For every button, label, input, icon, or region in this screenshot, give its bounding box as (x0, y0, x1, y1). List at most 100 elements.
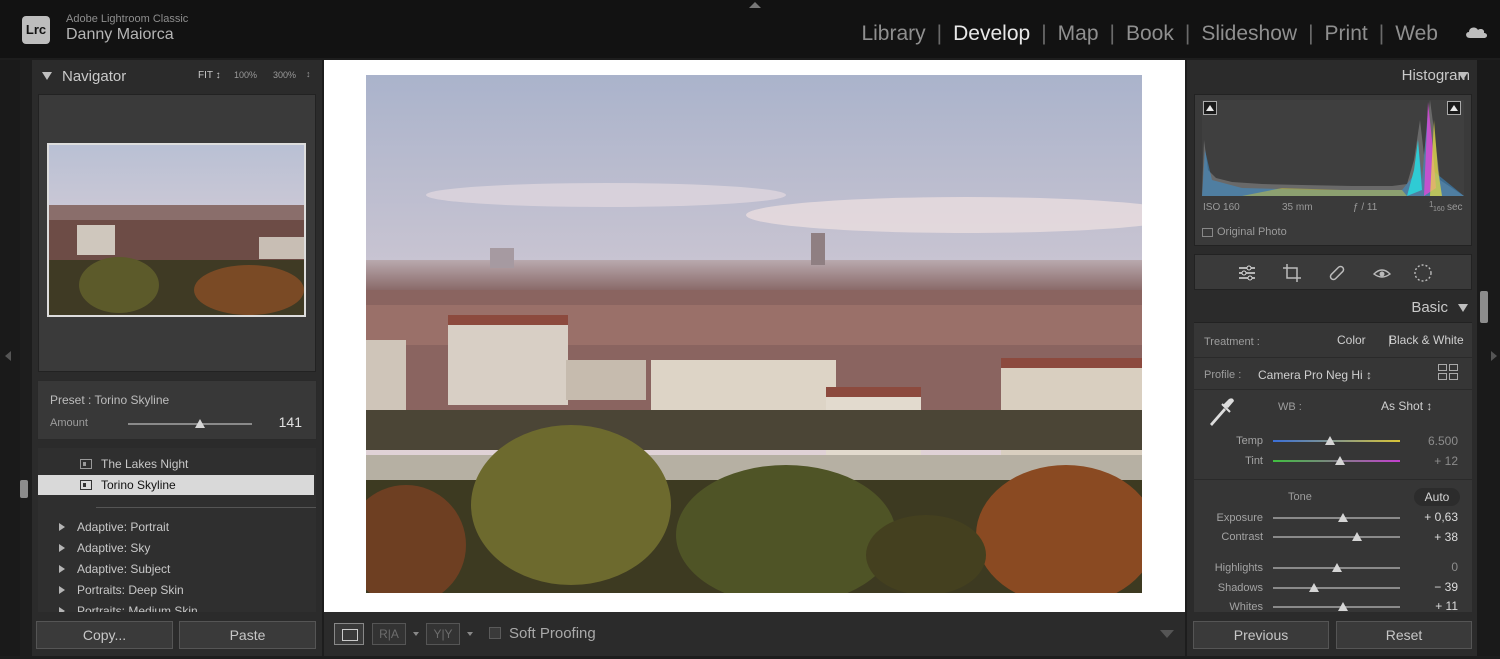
exif-aperture: ƒ / 11 (1353, 202, 1377, 213)
treatment-black-white[interactable]: Black & White (1389, 333, 1464, 347)
right-scrollbar[interactable] (1480, 291, 1488, 323)
histogram-graph[interactable] (1202, 100, 1464, 196)
crop-icon[interactable] (1282, 263, 1302, 283)
preset-item[interactable]: The Lakes Night (38, 454, 314, 474)
toolbar-menu-icon[interactable] (1160, 630, 1174, 638)
exposure-value[interactable]: + 0,63 (1424, 510, 1458, 524)
left-scrollbar[interactable] (20, 480, 28, 498)
left-panel-toggle-icon[interactable] (5, 351, 11, 361)
module-separator: | (1308, 22, 1313, 46)
original-photo-icon[interactable] (1202, 228, 1213, 237)
contrast-slider-thumb[interactable] (1352, 532, 1362, 541)
preset-group[interactable]: Portraits: Medium Skin (38, 601, 314, 612)
amount-slider-thumb[interactable] (195, 419, 205, 428)
wb-dropdown[interactable]: As Shot ↕ (1381, 399, 1432, 413)
paste-button[interactable]: Paste (179, 621, 316, 649)
highlights-value[interactable]: 0 (1451, 560, 1458, 574)
reset-button[interactable]: Reset (1336, 621, 1472, 649)
zoom-100[interactable]: 100% (234, 70, 257, 80)
preset-group[interactable]: Portraits: Deep Skin (38, 580, 314, 600)
shadows-slider[interactable] (1273, 587, 1400, 589)
expand-arrow-icon[interactable] (59, 544, 65, 552)
yy-compare-button[interactable]: Y|Y (426, 623, 460, 645)
soft-proofing-checkbox[interactable] (489, 627, 501, 639)
navigator-header[interactable]: Navigator FIT ↕ 100% 300% ↕ (38, 64, 318, 94)
basic-title[interactable]: Basic (1411, 299, 1448, 316)
tint-value[interactable]: + 12 (1434, 454, 1458, 468)
expand-arrow-icon[interactable] (59, 523, 65, 531)
loupe-view-button[interactable] (334, 623, 364, 645)
zoom-fit[interactable]: FIT ↕ (198, 70, 221, 81)
exposure-slider[interactable] (1273, 517, 1400, 519)
expand-arrow-icon[interactable] (59, 607, 65, 612)
whites-value[interactable]: + 11 (1435, 599, 1458, 613)
soft-proofing-label[interactable]: Soft Proofing (509, 625, 596, 642)
preset-group[interactable]: Adaptive: Sky (38, 538, 314, 558)
before-after-button[interactable]: R|A (372, 623, 406, 645)
contrast-label: Contrast (1195, 531, 1263, 543)
original-photo-label[interactable]: Original Photo (1217, 226, 1287, 238)
user-name[interactable]: Danny Maiorca (66, 26, 174, 44)
top-panel-toggle-icon[interactable] (749, 2, 761, 8)
preset-group-label: Adaptive: Sky (77, 541, 150, 555)
module-book[interactable]: Book (1126, 22, 1174, 46)
preset-label: Torino Skyline (101, 478, 176, 492)
zoom-more-menu[interactable]: ↕ (306, 69, 311, 79)
healing-icon[interactable] (1327, 263, 1347, 283)
module-map[interactable]: Map (1058, 22, 1099, 46)
expand-arrow-icon[interactable] (59, 565, 65, 573)
temp-slider-thumb[interactable] (1325, 436, 1335, 445)
auto-tone-button[interactable]: Auto (1414, 488, 1460, 506)
red-eye-icon[interactable] (1372, 263, 1392, 283)
preset-amount-box: Preset : Torino Skyline Amount 141 (37, 380, 317, 440)
amount-slider[interactable] (128, 423, 252, 425)
preset-item-selected[interactable]: Torino Skyline (38, 475, 314, 495)
exif-focal-length: 35 mm (1282, 202, 1313, 213)
whites-slider[interactable] (1273, 606, 1400, 608)
highlights-label: Highlights (1195, 562, 1263, 574)
exposure-slider-thumb[interactable] (1338, 513, 1348, 522)
contrast-slider[interactable] (1273, 536, 1400, 538)
before-after-menu-icon[interactable] (413, 632, 419, 636)
treatment-color[interactable]: Color (1337, 333, 1366, 347)
amount-value[interactable]: 141 (279, 414, 302, 430)
collapse-triangle-icon[interactable] (1458, 72, 1468, 80)
right-panel-toggle-icon[interactable] (1491, 351, 1497, 361)
collapse-triangle-icon[interactable] (42, 72, 52, 80)
cloud-icon[interactable] (1464, 25, 1488, 39)
edit-sliders-icon[interactable] (1237, 263, 1257, 283)
yy-menu-icon[interactable] (467, 632, 473, 636)
shadows-value[interactable]: − 39 (1434, 580, 1458, 594)
profile-dropdown[interactable]: Camera Pro Neg Hi ↕ (1258, 368, 1372, 382)
tint-label: Tint (1195, 455, 1263, 467)
module-print[interactable]: Print (1325, 22, 1368, 46)
module-slideshow[interactable]: Slideshow (1201, 22, 1297, 46)
masking-icon[interactable] (1413, 263, 1433, 283)
zoom-300[interactable]: 300% (273, 70, 296, 80)
navigator-thumbnail[interactable] (47, 143, 306, 317)
main-photo[interactable] (366, 75, 1142, 593)
temp-value[interactable]: 6.500 (1428, 434, 1458, 448)
white-balance-eyedropper-icon[interactable] (1204, 394, 1238, 428)
module-library[interactable]: Library (861, 22, 925, 46)
shadow-clipping-toggle[interactable] (1203, 101, 1217, 115)
whites-slider-thumb[interactable] (1338, 602, 1348, 611)
profile-browser-icon[interactable] (1438, 364, 1458, 380)
module-web[interactable]: Web (1395, 22, 1438, 46)
treatment-label: Treatment : (1204, 336, 1260, 348)
previous-button[interactable]: Previous (1193, 621, 1329, 649)
divider (1194, 357, 1472, 358)
temp-slider[interactable] (1273, 440, 1400, 442)
preset-group[interactable]: Adaptive: Subject (38, 559, 314, 579)
highlight-clipping-toggle[interactable] (1447, 101, 1461, 115)
preset-group[interactable]: Adaptive: Portrait (38, 517, 314, 537)
module-develop[interactable]: Develop (953, 22, 1030, 46)
expand-arrow-icon[interactable] (59, 586, 65, 594)
collapse-triangle-icon[interactable] (1458, 304, 1468, 312)
tint-slider-thumb[interactable] (1335, 456, 1345, 465)
preset-icon (80, 480, 92, 490)
highlights-slider-thumb[interactable] (1332, 563, 1342, 572)
shadows-slider-thumb[interactable] (1309, 583, 1319, 592)
contrast-value[interactable]: + 38 (1434, 530, 1458, 544)
copy-button[interactable]: Copy... (36, 621, 173, 649)
